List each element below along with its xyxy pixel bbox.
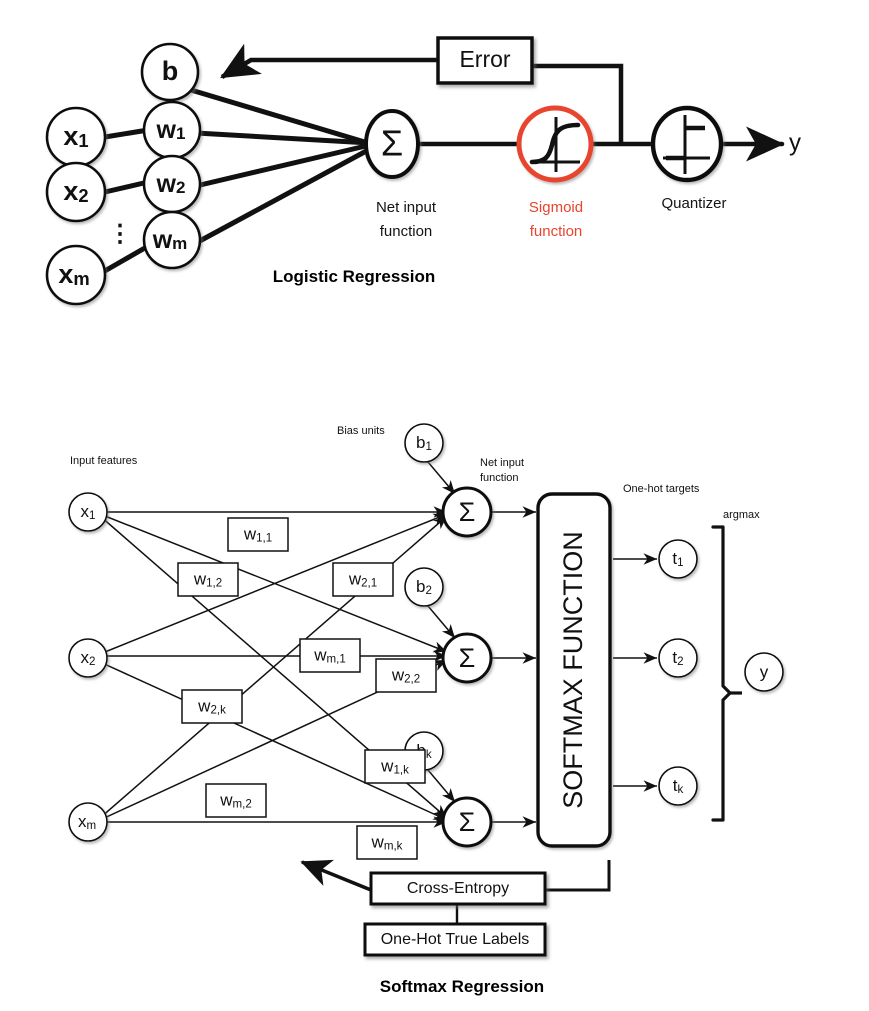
one-hot-targets-label: One-hot targets bbox=[623, 483, 700, 495]
one-hot-true-labels-label: One-Hot True Labels bbox=[381, 931, 530, 948]
quantizer-node: Quantizer bbox=[650, 105, 727, 212]
node-x1: x1 bbox=[45, 106, 107, 168]
weight-box-m-1: wm,1 bbox=[299, 638, 361, 673]
softmax-regression-title: Softmax Regression bbox=[380, 977, 544, 996]
weight-box-1-k: w1,k bbox=[364, 749, 426, 784]
node-softmax-output-y: y bbox=[744, 652, 784, 692]
node-softmax-sum-k: Σ bbox=[441, 796, 493, 848]
softmax-box-label: SOFTMAX FUNCTION bbox=[558, 531, 588, 809]
node-softmax-sum-2: Σ bbox=[441, 632, 493, 684]
error-box: Error bbox=[436, 36, 534, 85]
node-target-tk: tk bbox=[658, 766, 698, 806]
node-x2: x2 bbox=[45, 161, 107, 223]
softmax-net-input-line2: function bbox=[480, 472, 519, 484]
node-target-t1: t1 bbox=[658, 539, 698, 579]
page-background bbox=[0, 0, 869, 1011]
node-target-t2: t2 bbox=[658, 638, 698, 678]
one-hot-true-labels-box: One-Hot True Labels bbox=[363, 922, 547, 957]
weight-box-2-k: w2,k bbox=[181, 689, 243, 724]
node-bias-b: b bbox=[140, 42, 200, 102]
sigmoid-label-line1: Sigmoid bbox=[529, 199, 583, 216]
sum-symbol-k: Σ bbox=[459, 807, 476, 837]
node-wm: wm bbox=[142, 210, 202, 270]
weight-box-2-1: w2,1 bbox=[332, 562, 394, 597]
argmax-label: argmax bbox=[723, 509, 760, 521]
input-ellipsis: ⋮ bbox=[108, 220, 132, 247]
node-softmax-x2: x2 bbox=[68, 638, 108, 678]
neural-network-diagram: Error x1 x2 xm ⋮ b w1 w2 wm Σ Net input … bbox=[0, 0, 869, 1011]
node-softmax-output-label: y bbox=[760, 662, 769, 681]
weight-box-m-k: wm,k bbox=[356, 825, 418, 860]
softmax-net-input-line1: Net input bbox=[480, 457, 524, 469]
input-features-label: Input features bbox=[70, 455, 138, 467]
node-softmax-b2: b2 bbox=[404, 567, 444, 607]
net-input-label-line2: function bbox=[380, 223, 433, 240]
weight-box-1-1: w1,1 bbox=[227, 517, 289, 552]
logistic-regression-title: Logistic Regression bbox=[273, 267, 435, 286]
cross-entropy-label: Cross-Entropy bbox=[407, 880, 509, 897]
top-output-label: y bbox=[789, 129, 801, 156]
quantizer-label: Quantizer bbox=[661, 195, 726, 212]
sum-symbol-1: Σ bbox=[459, 497, 476, 527]
node-softmax-x1: x1 bbox=[68, 492, 108, 532]
node-softmax-xm: xm bbox=[68, 802, 108, 842]
bias-units-label: Bias units bbox=[337, 425, 385, 437]
node-xm: xm bbox=[45, 244, 107, 306]
softmax-function-box: SOFTMAX FUNCTION bbox=[536, 492, 612, 848]
node-softmax-b1: b1 bbox=[404, 423, 444, 463]
weight-box-1-2: w1,2 bbox=[177, 562, 239, 597]
node-w1: w1 bbox=[142, 100, 202, 160]
sum-symbol-2: Σ bbox=[459, 643, 476, 673]
error-box-label: Error bbox=[459, 46, 510, 72]
cross-entropy-box: Cross-Entropy bbox=[369, 871, 547, 906]
node-w2: w2 bbox=[142, 154, 202, 214]
net-input-label-line1: Net input bbox=[376, 199, 437, 216]
weight-box-m-2: wm,2 bbox=[205, 783, 267, 818]
sum-symbol: Σ bbox=[381, 123, 403, 164]
weight-box-2-2: w2,2 bbox=[375, 658, 437, 693]
node-bias-label: b bbox=[162, 56, 179, 86]
node-softmax-sum-1: Σ bbox=[441, 486, 493, 538]
sigmoid-label-line2: function bbox=[530, 223, 583, 240]
